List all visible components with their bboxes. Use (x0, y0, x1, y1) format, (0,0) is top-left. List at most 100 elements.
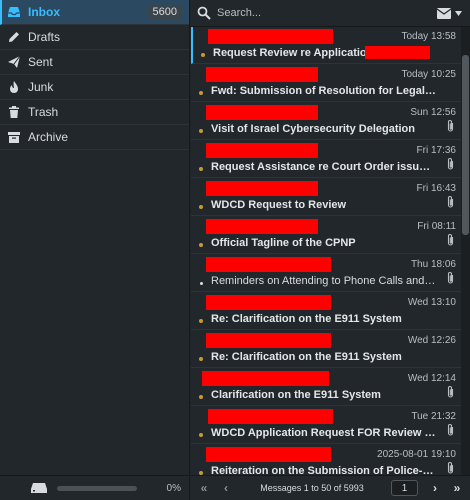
message-row[interactable]: 2025-08-01 19:10 Reiteration on the Submi… (191, 445, 461, 475)
read-dot-icon[interactable] (200, 282, 203, 285)
paperclip-icon (447, 234, 454, 246)
message-row[interactable]: Wed 12:26 Re: Clarification on the E911 S… (191, 331, 461, 368)
message-subject: WDCD Application Request FOR Review to L… (211, 427, 436, 439)
message-row[interactable]: Thu 18:06 Reminders on Attending to Phone… (191, 255, 461, 292)
chevron-down-icon[interactable] (455, 10, 462, 16)
message-row[interactable]: Today 13:58 Request Review re Application… (191, 27, 461, 64)
last-page-button[interactable]: » (450, 481, 464, 495)
page-number-input[interactable] (391, 480, 418, 496)
message-date: Tue 21:32 (411, 411, 456, 422)
fire-icon (7, 80, 21, 94)
folder-label: Sent (28, 55, 53, 69)
message-date: Today 10:25 (401, 69, 457, 80)
paperclip-icon (447, 272, 454, 284)
message-subject: Reiteration on the Submission of Police-… (211, 465, 436, 475)
folder-label: Trash (28, 105, 59, 119)
message-subject: Re: Clarification on the E911 System (211, 313, 402, 325)
message-date: Thu 18:06 (410, 259, 456, 270)
pagination-info: Messages 1 to 50 of 5993 (260, 483, 364, 493)
archive-box-icon (7, 130, 21, 144)
paperclip-icon (447, 158, 454, 170)
unread-dot-icon[interactable] (199, 433, 203, 437)
folder-label: Inbox (28, 5, 60, 19)
message-row[interactable]: Fri 08:11 Official Tagline of the CPNP (191, 217, 461, 254)
folder-sidebar: Inbox 5600 Drafts Sent Junk Trash Archiv… (0, 0, 190, 500)
prev-page-button[interactable]: ‹ (219, 481, 233, 495)
message-row[interactable]: Sun 12:56 Visit of Israel Cybersecurity D… (191, 103, 461, 140)
unread-count-badge: 5600 (147, 5, 182, 19)
message-date: Today 13:58 (401, 31, 457, 42)
pencil-icon (7, 30, 21, 44)
paperclip-icon (447, 386, 454, 398)
message-subject: Re: Clarification on the E911 System (211, 351, 402, 363)
message-list-panel: Today 13:58Request Review re Application… (191, 0, 470, 500)
redacted-sender (206, 105, 318, 120)
quota-percentage: 0% (166, 482, 181, 494)
message-subject: Clarification on the E911 System (211, 389, 381, 401)
redacted-sender (206, 257, 331, 272)
folder-inbox[interactable]: Inbox 5600 (0, 0, 189, 25)
redacted-sender (206, 447, 331, 462)
redacted-sender (208, 409, 333, 424)
message-subject: Visit of Israel Cybersecurity Delegation (211, 123, 415, 135)
scroll-thumb[interactable] (462, 55, 469, 235)
message-date: Wed 12:26 (407, 335, 456, 346)
folder-label: Archive (28, 130, 69, 144)
redacted-sender (208, 29, 333, 44)
message-subject: Request Assistance re Court Order issued… (211, 161, 436, 173)
redacted-sender (206, 143, 318, 158)
unread-dot-icon[interactable] (199, 91, 203, 95)
trash-icon (7, 105, 21, 119)
message-row[interactable]: Wed 13:10 Re: Clarification on the E911 S… (191, 293, 461, 330)
paperclip-icon (447, 120, 454, 132)
redacted-sender (206, 67, 318, 82)
message-date: 2025-08-01 19:10 (377, 449, 456, 460)
message-row[interactable]: Fri 16:43 WDCD Request to Review (191, 179, 461, 216)
message-date: Fri 17:36 (416, 145, 456, 156)
pagination-bar: « ‹ Messages 1 to 50 of 5993 › » (191, 475, 470, 500)
folder-label: Drafts (28, 30, 61, 44)
message-subject: WDCD Request to Review (211, 199, 347, 211)
unread-dot-icon[interactable] (199, 167, 203, 171)
redacted-sender (206, 219, 318, 234)
folder-drafts[interactable]: Drafts (0, 25, 189, 50)
unread-dot-icon[interactable] (201, 53, 205, 57)
folder-trash[interactable]: Trash (0, 100, 189, 125)
message-date: Wed 12:14 (407, 373, 456, 384)
search-icon[interactable] (197, 6, 211, 20)
redacted-subject-part (365, 46, 430, 59)
message-subject: Reminders on Attending to Phone Calls an… (211, 275, 436, 287)
envelope-icon[interactable] (437, 7, 451, 19)
message-row[interactable]: Fri 17:36 Request Assistance re Court Ord… (191, 141, 461, 178)
redacted-sender (202, 371, 329, 386)
redacted-sender (206, 295, 331, 310)
next-page-button[interactable]: › (428, 481, 442, 495)
message-date: Wed 13:10 (407, 297, 456, 308)
search-input[interactable] (217, 7, 437, 19)
quota-bar (57, 485, 137, 491)
message-date: Fri 08:11 (417, 221, 456, 232)
folder-archive[interactable]: Archive (0, 125, 189, 150)
scrollbar[interactable] (461, 27, 470, 475)
redacted-sender (206, 181, 318, 196)
folder-sent[interactable]: Sent (0, 50, 189, 75)
unread-dot-icon[interactable] (199, 129, 203, 133)
folder-junk[interactable]: Junk (0, 75, 189, 100)
paperclip-icon (447, 462, 454, 474)
message-list: Today 13:58 Request Review re Application… (191, 27, 470, 475)
first-page-button[interactable]: « (197, 481, 211, 495)
unread-dot-icon[interactable] (199, 395, 203, 399)
redacted-sender (206, 333, 331, 348)
hard-drive-icon (31, 483, 47, 493)
paperclip-icon (447, 424, 454, 436)
unread-dot-icon[interactable] (199, 357, 203, 361)
unread-dot-icon[interactable] (199, 243, 203, 247)
message-row[interactable]: Wed 12:14 Clarification on the E911 Syste… (191, 369, 461, 406)
unread-dot-icon[interactable] (199, 205, 203, 209)
unread-dot-icon[interactable] (199, 319, 203, 323)
message-row[interactable]: Today 10:25 Fwd: Submission of Resolution… (191, 65, 461, 102)
message-subject: Fwd: Submission of Resolution for Legal … (211, 85, 436, 97)
quota-footer: 0% (0, 475, 189, 500)
message-date: Fri 16:43 (416, 183, 456, 194)
message-row[interactable]: Tue 21:32 WDCD Application Request FOR Re… (191, 407, 461, 444)
